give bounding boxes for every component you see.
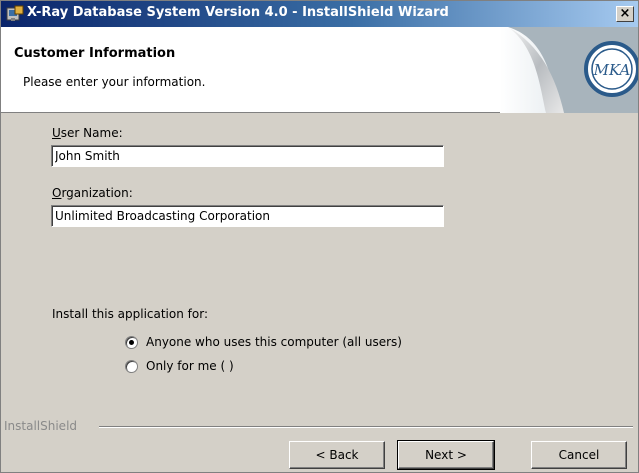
page-subtitle: Please enter your information. — [23, 75, 206, 89]
footer-divider — [99, 426, 633, 428]
page-curl-logo: MKA — [500, 27, 638, 113]
next-button[interactable]: Next > — [397, 440, 495, 470]
window-title: X-Ray Database System Version 4.0 - Inst… — [27, 5, 449, 20]
installer-icon — [6, 5, 24, 21]
close-button[interactable]: × — [616, 6, 634, 22]
page-title: Customer Information — [14, 46, 176, 61]
user-name-label: User Name: — [52, 126, 123, 140]
user-name-input[interactable] — [51, 145, 444, 167]
cancel-button[interactable]: Cancel — [531, 441, 627, 469]
install-for-label: Install this application for: — [52, 307, 208, 321]
radio-only-me[interactable]: Only for me ( ) — [125, 359, 234, 373]
radio-button-selected[interactable] — [125, 335, 138, 349]
title-bar[interactable]: X-Ray Database System Version 4.0 - Inst… — [1, 1, 638, 27]
header-banner: Customer Information Please enter your i… — [1, 27, 638, 113]
installshield-window: X-Ray Database System Version 4.0 - Inst… — [0, 0, 639, 473]
back-button[interactable]: < Back — [289, 441, 385, 469]
installshield-brand: InstallShield — [4, 419, 78, 433]
radio-only-me-label: Only for me ( ) — [146, 359, 234, 373]
radio-all-users-label: Anyone who uses this computer (all users… — [146, 335, 402, 349]
logo-text: MKA — [593, 61, 631, 79]
radio-all-users[interactable]: Anyone who uses this computer (all users… — [125, 335, 402, 349]
organization-input[interactable] — [51, 205, 444, 227]
radio-button-unselected[interactable] — [125, 359, 138, 373]
organization-label: Organization: — [52, 186, 133, 200]
